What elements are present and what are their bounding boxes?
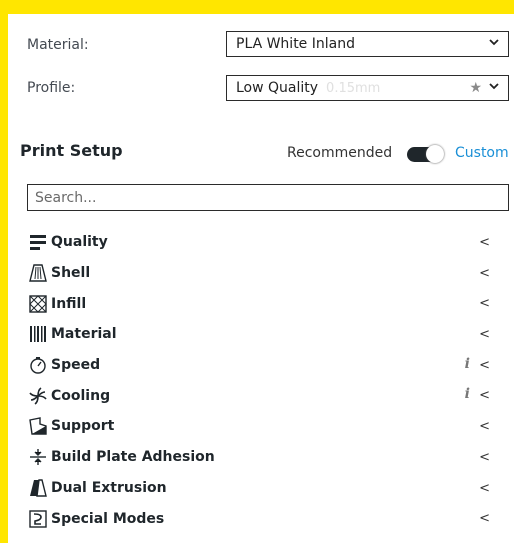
- category-material[interactable]: Material <: [19, 319, 506, 350]
- collapse-arrow-icon[interactable]: <: [479, 419, 490, 434]
- category-label: Build Plate Adhesion: [51, 449, 215, 466]
- collapse-arrow-icon[interactable]: <: [479, 296, 490, 311]
- category-label: Special Modes: [51, 510, 165, 527]
- toggle-knob: [426, 145, 444, 163]
- profile-label: Profile:: [27, 80, 76, 96]
- category-label: Quality: [51, 234, 108, 251]
- category-label: Infill: [51, 295, 87, 312]
- recommended-mode-label[interactable]: Recommended: [287, 145, 392, 161]
- chevron-down-icon: [489, 39, 499, 46]
- profile-select[interactable]: Low Quality 0.15mm ★: [226, 75, 509, 101]
- collapse-arrow-icon[interactable]: <: [479, 388, 490, 403]
- category-infill[interactable]: Infill <: [19, 288, 506, 319]
- category-label: Material: [51, 326, 117, 343]
- material-label: Material:: [27, 37, 89, 53]
- collapse-arrow-icon[interactable]: <: [479, 511, 490, 526]
- category-dual-extrusion[interactable]: Dual Extrusion <: [19, 473, 506, 504]
- speed-icon: [29, 356, 47, 374]
- cooling-icon: [29, 387, 47, 405]
- print-setup-title: Print Setup: [20, 141, 123, 160]
- adhesion-icon: [29, 448, 47, 466]
- category-cooling[interactable]: Cooling i <: [19, 380, 506, 411]
- category-label: Cooling: [51, 387, 111, 404]
- chevron-down-icon: [489, 83, 499, 90]
- info-icon[interactable]: i: [465, 386, 470, 402]
- category-support[interactable]: Support <: [19, 411, 506, 442]
- category-label: Dual Extrusion: [51, 479, 167, 496]
- category-quality[interactable]: Quality <: [19, 227, 506, 258]
- category-special-modes[interactable]: Special Modes <: [19, 503, 506, 534]
- collapse-arrow-icon[interactable]: <: [479, 358, 490, 373]
- collapse-arrow-icon[interactable]: <: [479, 481, 490, 496]
- collapse-arrow-icon[interactable]: <: [479, 450, 490, 465]
- category-build-plate-adhesion[interactable]: Build Plate Adhesion <: [19, 442, 506, 473]
- profile-select-value: Low Quality: [236, 80, 319, 96]
- mode-toggle[interactable]: [407, 145, 444, 163]
- category-label: Support: [51, 418, 115, 435]
- category-shell[interactable]: Shell <: [19, 258, 506, 289]
- dual-extrusion-icon: [29, 479, 47, 497]
- quality-icon: [29, 233, 47, 251]
- collapse-arrow-icon[interactable]: <: [479, 266, 490, 281]
- settings-search-input[interactable]: [27, 184, 509, 211]
- collapse-arrow-icon[interactable]: <: [479, 235, 490, 250]
- info-icon[interactable]: i: [465, 356, 470, 372]
- special-modes-icon: [29, 509, 47, 528]
- material-icon: [29, 325, 47, 343]
- collapse-arrow-icon[interactable]: <: [479, 327, 490, 342]
- category-label: Speed: [51, 357, 101, 374]
- category-speed[interactable]: Speed i <: [19, 350, 506, 381]
- support-icon: [29, 417, 47, 436]
- custom-mode-label[interactable]: Custom: [455, 145, 509, 161]
- profile-layer-height: 0.15mm: [326, 80, 381, 96]
- category-label: Shell: [51, 265, 91, 282]
- settings-category-list: Quality < Shell < Infill < Material < Sp…: [19, 227, 506, 534]
- favorite-star-icon[interactable]: ★: [469, 80, 482, 96]
- shell-icon: [29, 264, 47, 282]
- material-select-value: PLA White Inland: [236, 36, 355, 52]
- material-select[interactable]: PLA White Inland: [226, 31, 509, 57]
- infill-icon: [29, 295, 47, 313]
